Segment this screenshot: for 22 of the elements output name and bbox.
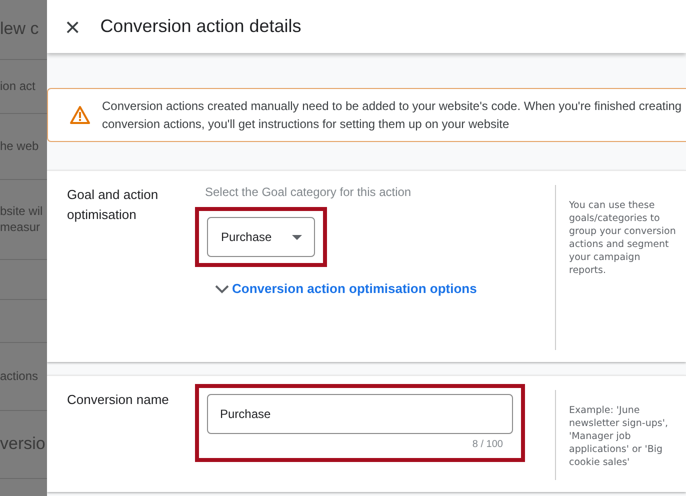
help-text: You can use these goals/categories to group your conversion actions and segment your campaign reports. — [569, 199, 677, 277]
goal-category-dropdown[interactable]: Purchase — [207, 217, 315, 257]
close-button[interactable]: × — [65, 14, 80, 40]
conversion-name-field[interactable]: Purchase — [207, 394, 513, 434]
goal-hint: Select the Goal category for this action — [205, 185, 412, 199]
background-text: actions — [0, 368, 38, 384]
background-heading: versio — [0, 433, 46, 456]
background-text: ion act — [0, 78, 36, 94]
character-counter: 8 / 100 — [472, 439, 503, 450]
help-text: Example: 'June newsletter sign-ups', 'Manager job applications' or 'Big cookie sales' — [569, 404, 669, 469]
background-heading: lew c — [0, 18, 39, 40]
section-label: Conversion name — [67, 391, 170, 409]
section-label: Goal and action optimisation — [67, 186, 160, 224]
optimisation-options-link[interactable]: Conversion action optimisation options — [215, 281, 477, 296]
background-text: bsite wil — [0, 204, 43, 220]
dropdown-caret-icon — [292, 234, 302, 240]
chevron-icon — [215, 284, 229, 294]
warning-icon — [70, 106, 90, 124]
background-text: he web — [0, 138, 39, 154]
background-text: measur — [0, 220, 40, 236]
panel-title: Conversion action details — [100, 16, 302, 37]
warning-text: Conversion actions created manually need to be added to your website's code. When you're finished creating conversion actions, you'll get instructions for setting them up on your website — [102, 98, 683, 133]
